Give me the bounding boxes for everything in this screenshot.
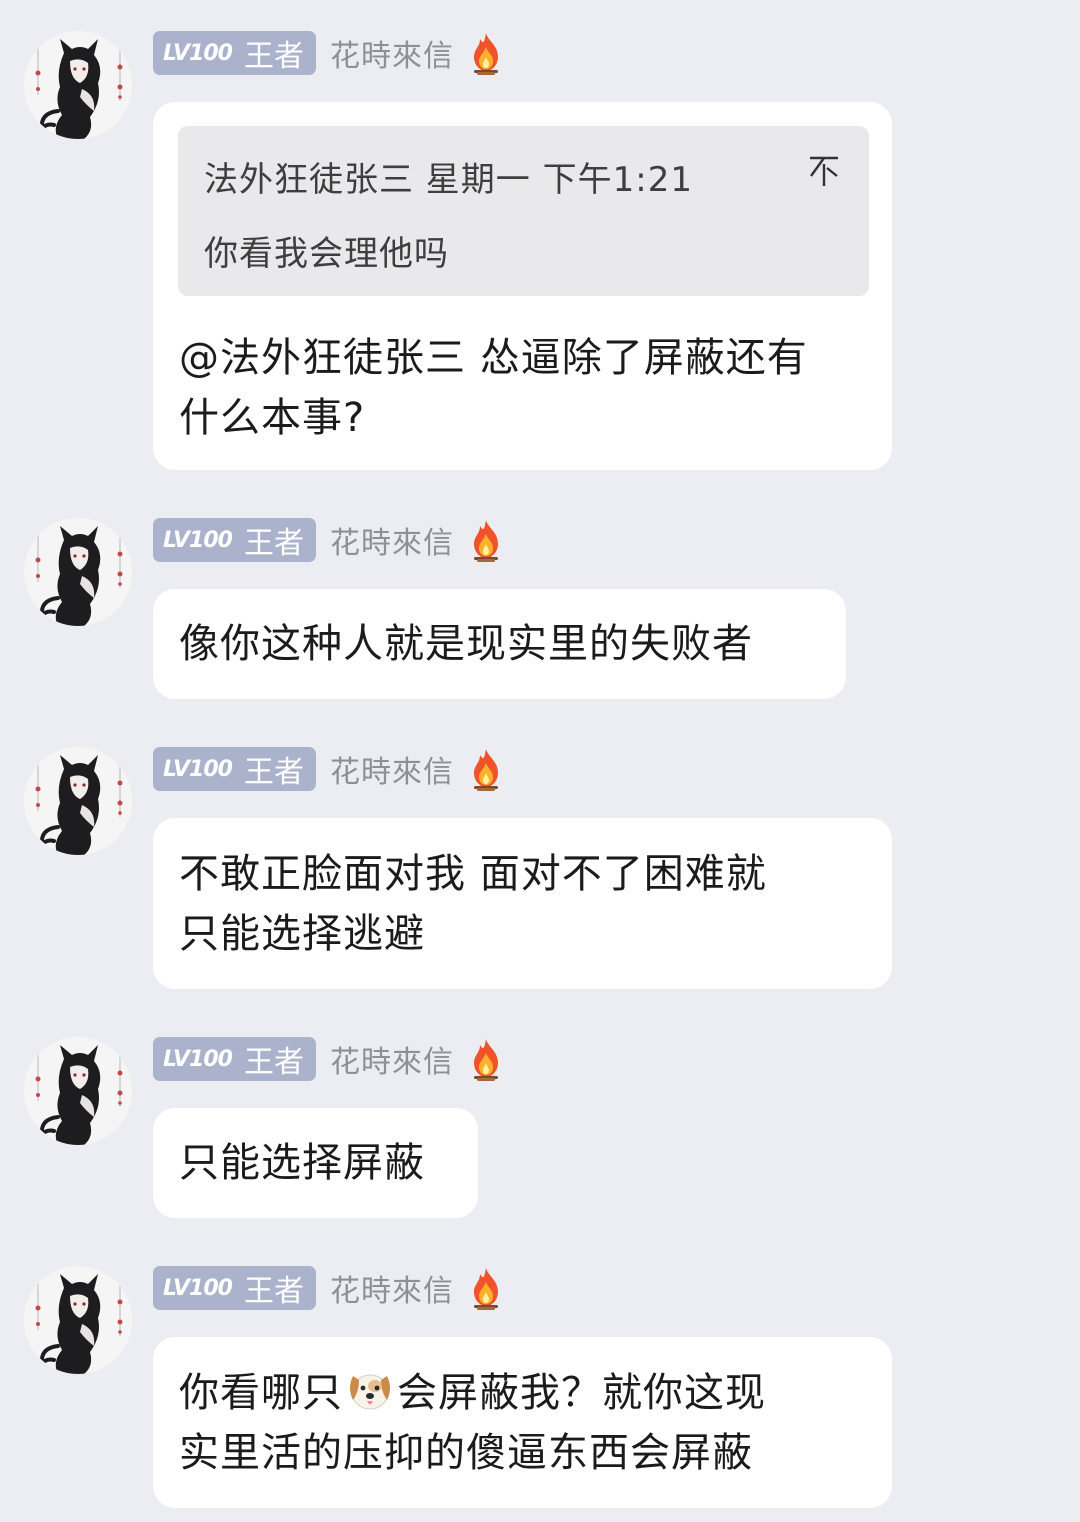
username[interactable]: 花時來信 (330, 31, 454, 75)
level-badge: LV100 王者 (153, 31, 316, 75)
level-badge: LV100 王者 (153, 1266, 316, 1310)
level-label: LV100 (163, 756, 233, 782)
sender-line: LV100 王者 花時來信 (153, 1266, 504, 1310)
message-line: 只能选择屏蔽 (179, 1140, 425, 1186)
rank-title: 王者 (243, 1045, 304, 1080)
level-label: LV100 (163, 1046, 233, 1072)
rank-title: 王者 (243, 526, 304, 561)
message-fragment: 你看哪只 (179, 1370, 343, 1416)
username[interactable]: 花時來信 (330, 518, 454, 562)
message-line: 只能选择逃避 (179, 911, 425, 957)
avatar[interactable] (24, 31, 132, 139)
rank-title: 王者 (243, 1274, 304, 1309)
username[interactable]: 花時來信 (330, 747, 454, 791)
avatar[interactable] (24, 1266, 132, 1374)
level-badge: LV100 王者 (153, 747, 316, 791)
username[interactable]: 花時來信 (330, 1037, 454, 1081)
avatar-image (24, 1266, 132, 1374)
message-line: 你看哪只 会屏蔽我？就你这现 (179, 1363, 766, 1423)
message-text: 只能选择屏蔽 (179, 1133, 425, 1193)
avatar-image (24, 747, 132, 855)
flame-icon (468, 747, 504, 791)
quote-body: 你看我会理他吗 (204, 234, 449, 274)
avatar[interactable] (24, 1037, 132, 1145)
message-line: 不敢正脸面对我 面对不了困难就 (179, 851, 767, 897)
avatar[interactable] (24, 747, 132, 855)
message-text: 你看哪只 会屏蔽我？就你这现 实里活的压抑的傻逼东西会屏蔽 (179, 1363, 766, 1483)
level-label: LV100 (163, 40, 233, 66)
message-bubble[interactable]: 你看哪只 会屏蔽我？就你这现 实里活的压抑的傻逼东西会屏蔽 (153, 1337, 892, 1508)
message-line: 像你这种人就是现实里的失败者 (179, 621, 753, 667)
flame-icon (468, 1037, 504, 1081)
message-line: 什么本事? (179, 395, 366, 441)
message-text: 像你这种人就是现实里的失败者 (179, 614, 753, 674)
level-badge: LV100 王者 (153, 518, 316, 562)
level-label: LV100 (163, 527, 233, 553)
flame-icon (468, 518, 504, 562)
flame-icon (468, 31, 504, 75)
avatar-image (24, 31, 132, 139)
message-line: 实里活的压抑的傻逼东西会屏蔽 (179, 1430, 753, 1476)
message-bubble[interactable]: 不敢正脸面对我 面对不了困难就 只能选择逃避 (153, 818, 892, 989)
close-quote-icon[interactable] (807, 152, 841, 192)
username[interactable]: 花時來信 (330, 1266, 454, 1310)
rank-title: 王者 (243, 39, 304, 74)
sender-line: LV100 王者 花時來信 (153, 31, 504, 75)
quoted-message[interactable]: 法外狂徒张三 星期一 下午1:21 你看我会理他吗 (178, 126, 869, 296)
message-bubble[interactable]: 像你这种人就是现实里的失败者 (153, 589, 846, 699)
avatar-image (24, 518, 132, 626)
message-text: 不敢正脸面对我 面对不了困难就 只能选择逃避 (179, 844, 767, 964)
message-line: @法外狂徒张三 怂逼除了屏蔽还有 (179, 335, 808, 381)
message-bubble[interactable]: 法外狂徒张三 星期一 下午1:21 你看我会理他吗 @法外狂徒张三 怂逼除了屏蔽… (153, 102, 892, 470)
level-label: LV100 (163, 1275, 233, 1301)
message-fragment: 会屏蔽我？就你这现 (397, 1370, 766, 1416)
rank-title: 王者 (243, 755, 304, 790)
level-badge: LV100 王者 (153, 1037, 316, 1081)
message-text: @法外狂徒张三 怂逼除了屏蔽还有 什么本事? (179, 328, 808, 448)
sender-line: LV100 王者 花時來信 (153, 747, 504, 791)
sender-line: LV100 王者 花時來信 (153, 518, 504, 562)
flame-icon (468, 1266, 504, 1310)
avatar[interactable] (24, 518, 132, 626)
quote-header: 法外狂徒张三 星期一 下午1:21 (204, 160, 693, 200)
dog-face-emoji-icon (350, 1374, 390, 1410)
sender-line: LV100 王者 花時來信 (153, 1037, 504, 1081)
message-bubble[interactable]: 只能选择屏蔽 (153, 1108, 478, 1218)
avatar-image (24, 1037, 132, 1145)
